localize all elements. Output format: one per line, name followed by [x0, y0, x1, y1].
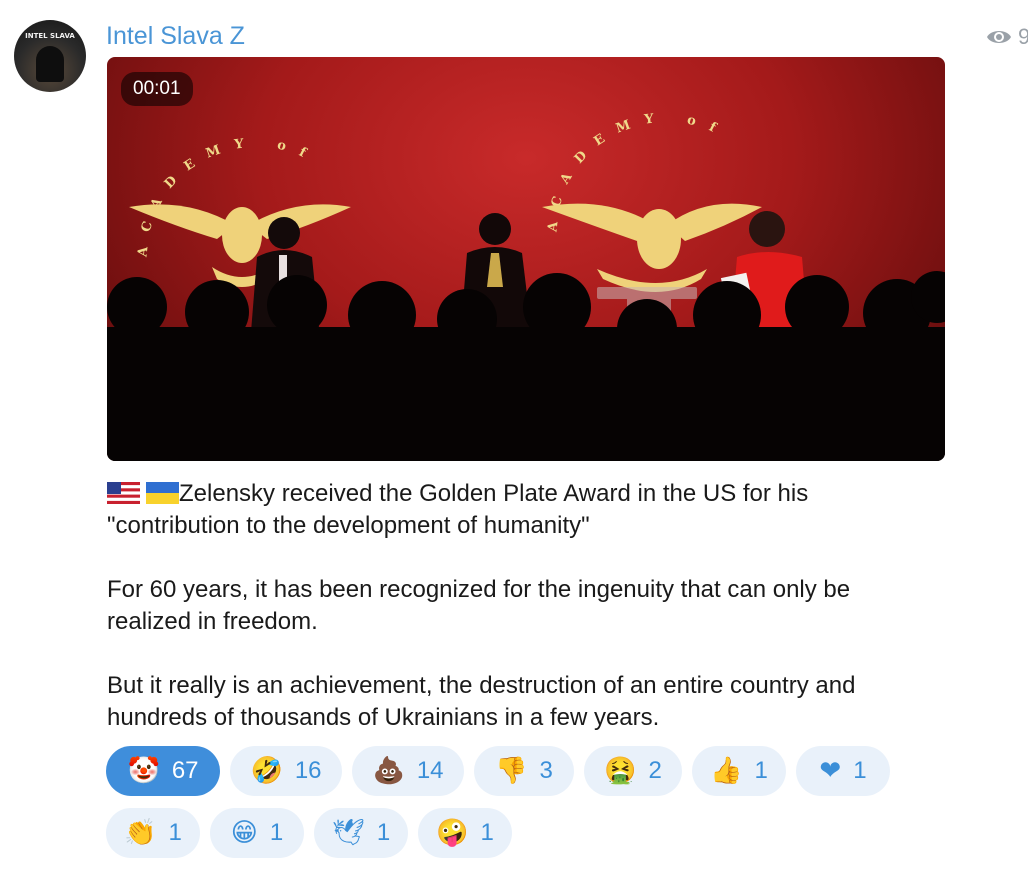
video-player[interactable]: ACADEMY of ACADEMY of 00:01 [107, 57, 945, 461]
reaction-thumbs-up[interactable]: 👍 1 [692, 746, 786, 796]
channel-name[interactable]: Intel Slava Z [106, 22, 245, 51]
caption-paragraph-1: Zelensky received the Golden Plate Award… [107, 478, 937, 542]
reactions-row-1: 🤡 67 🤣 16 💩 14 👎 3 🤮 2 👍 1 ❤ 1 [106, 746, 890, 796]
reaction-count: 67 [171, 757, 199, 784]
avatar-logo-text: INTEL SLAVA [25, 32, 75, 40]
reaction-grin[interactable]: 😁 1 [210, 808, 304, 858]
channel-avatar[interactable]: INTEL SLAVA [14, 20, 86, 92]
rofl-icon: 🤣 [250, 756, 283, 786]
reaction-vomit[interactable]: 🤮 2 [584, 746, 682, 796]
reaction-count: 1 [853, 757, 867, 784]
reaction-count: 1 [376, 819, 391, 846]
reaction-count: 14 [416, 757, 444, 784]
us-flag-icon [107, 482, 140, 504]
thumbs-up-icon: 👍 [710, 756, 743, 786]
eagle-left [129, 204, 351, 287]
caption-paragraph-2: For 60 years, it has been recognized for… [107, 576, 851, 635]
post-caption: Zelensky received the Golden Plate Award… [107, 478, 937, 734]
reaction-dove[interactable]: 🕊 1 [314, 808, 408, 858]
dove-icon: 🕊 [331, 818, 365, 848]
clown-icon: 🤡 [127, 756, 160, 786]
eye-icon [987, 31, 1011, 43]
reaction-count: 1 [269, 819, 284, 846]
view-count: 9 [1018, 24, 1028, 49]
reaction-zany[interactable]: 🤪 1 [418, 808, 512, 858]
view-counter: 9 [986, 24, 1028, 50]
vomit-icon: 🤮 [604, 756, 637, 786]
reaction-rofl[interactable]: 🤣 16 [230, 746, 342, 796]
reaction-clap[interactable]: 👏 1 [106, 808, 200, 858]
caption-headline: Zelensky received the Golden Plate Award… [107, 480, 809, 539]
poop-icon: 💩 [372, 756, 405, 786]
reaction-count: 16 [294, 757, 322, 784]
reaction-count: 1 [168, 819, 182, 846]
reaction-thumbs-down[interactable]: 👎 3 [474, 746, 574, 796]
audience-silhouettes [107, 271, 945, 461]
reaction-count: 1 [754, 757, 768, 784]
caption-paragraph-3: But it really is an achievement, the des… [107, 672, 856, 731]
video-frame: ACADEMY of ACADEMY of [107, 110, 945, 461]
ukraine-flag-icon [146, 482, 179, 504]
reaction-clown[interactable]: 🤡 67 [106, 746, 220, 796]
reaction-poop[interactable]: 💩 14 [352, 746, 464, 796]
reaction-heart[interactable]: ❤ 1 [796, 746, 890, 796]
reaction-count: 3 [539, 757, 553, 784]
avatar-figure [36, 46, 64, 82]
video-timestamp: 00:01 [121, 72, 193, 106]
thumbs-down-icon: 👎 [495, 756, 528, 786]
clap-icon: 👏 [124, 818, 157, 848]
grin-icon: 😁 [230, 818, 258, 848]
heart-icon: ❤ [819, 756, 842, 786]
reactions-row-2: 👏 1 😁 1 🕊 1 🤪 1 [106, 808, 512, 858]
reaction-count: 1 [480, 819, 494, 846]
zany-icon: 🤪 [436, 818, 469, 848]
reaction-count: 2 [648, 757, 662, 784]
